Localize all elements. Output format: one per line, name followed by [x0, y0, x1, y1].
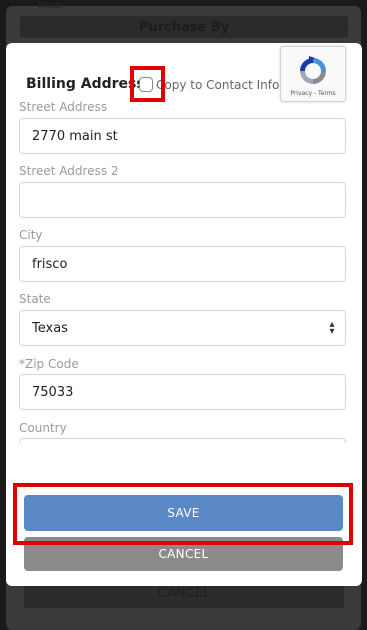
- recaptcha-icon: [300, 56, 326, 84]
- state-select-value: Texas: [32, 320, 68, 336]
- copy-to-contact-label: Copy to Contact Info: [156, 78, 280, 92]
- cancel-button[interactable]: CANCEL: [24, 537, 343, 571]
- copy-to-contact-checkbox[interactable]: [139, 77, 153, 92]
- city-input[interactable]: frisco: [19, 246, 346, 282]
- background-top-text: Note: [38, 0, 62, 11]
- billing-modal: Privacy - Terms Billing Address Copy to …: [6, 43, 362, 586]
- select-chevron-icon: ▴ ▾: [329, 319, 335, 337]
- street-address-label: Street Address: [19, 100, 108, 114]
- save-button[interactable]: SAVE: [24, 495, 343, 531]
- background-header: Purchase By: [20, 16, 348, 38]
- street-address-2-input[interactable]: [19, 182, 346, 218]
- state-select[interactable]: Texas ▴ ▾: [19, 310, 346, 346]
- form-scroll-area[interactable]: Privacy - Terms Billing Address Copy to …: [6, 43, 362, 443]
- street-address-input[interactable]: 2770 main st: [19, 118, 346, 154]
- recaptcha-links[interactable]: Privacy - Terms: [281, 90, 345, 97]
- country-label: Country: [19, 421, 67, 435]
- city-label: City: [19, 228, 43, 242]
- recaptcha-badge[interactable]: Privacy - Terms: [280, 46, 346, 102]
- zip-code-input[interactable]: 75033: [19, 374, 346, 410]
- street-address-2-label: Street Address 2: [19, 164, 119, 178]
- zip-code-label: *Zip Code: [19, 357, 79, 371]
- country-input[interactable]: [19, 438, 346, 443]
- billing-address-title: Billing Address: [26, 76, 145, 92]
- state-label: State: [19, 292, 51, 306]
